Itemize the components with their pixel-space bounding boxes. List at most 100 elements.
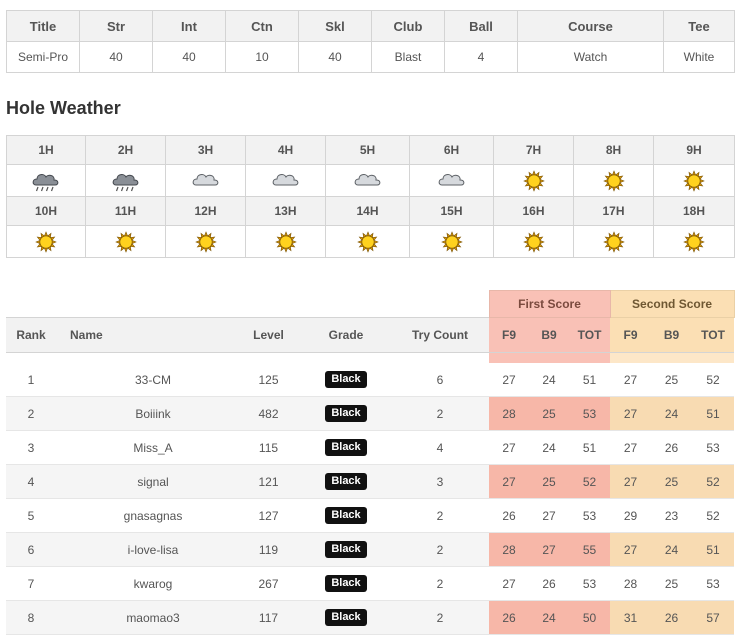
second-tot-cell: 51 — [692, 532, 735, 567]
grade-badge: Black — [325, 507, 367, 524]
player-name-cell[interactable]: i-love-lisa — [56, 532, 236, 567]
try-count-cell: 2 — [391, 532, 490, 567]
hole-label-13: 13H — [245, 196, 326, 226]
first-score-group-header: First Score — [488, 290, 611, 318]
first-b9-column-header[interactable]: B9 — [529, 317, 570, 353]
second-f9-cell: 27 — [610, 396, 652, 431]
player-name-cell[interactable]: kwarog — [56, 566, 236, 601]
stats-value-str: 40 — [79, 41, 153, 73]
stats-value-title: Semi-Pro — [6, 41, 80, 73]
grade-badge: Black — [325, 575, 367, 592]
ranking-row[interactable]: 2 Boiiink 482 Black 2 28 25 53 27 24 51 — [6, 396, 735, 431]
rank-column-header[interactable]: Rank — [6, 317, 56, 353]
hole-label-12: 12H — [165, 196, 246, 226]
try-count-cell: 2 — [391, 600, 490, 635]
hole-label-16: 16H — [493, 196, 574, 226]
weather-hole-row-front: 1H 2H 3H 4H 5H 6H 7H 8H 9H — [6, 135, 735, 165]
second-f9-cell: 27 — [610, 532, 652, 567]
stats-header-title: Title — [6, 10, 80, 42]
first-tot-cell: 51 — [569, 430, 611, 465]
grade-badge: Black — [325, 405, 367, 422]
hole-weather-cell-13 — [245, 225, 326, 258]
stats-value-club: Blast — [371, 41, 445, 73]
rank-cell: 1 — [6, 363, 56, 397]
stats-value-ctn: 10 — [225, 41, 299, 73]
second-f9-column-header[interactable]: F9 — [610, 317, 652, 353]
ranking-table: First Score Second Score Rank Name Level… — [6, 290, 735, 635]
second-tot-cell: 51 — [692, 396, 735, 431]
hole-weather-cell-1 — [6, 164, 86, 197]
second-tot-cell: 53 — [692, 566, 735, 601]
grade-cell: Black — [301, 464, 391, 499]
grade-cell: Black — [301, 430, 391, 465]
player-name-cell[interactable]: 33-CM — [56, 363, 236, 397]
grade-cell: Black — [301, 566, 391, 601]
hole-weather-cell-4 — [245, 164, 326, 197]
first-f9-column-header[interactable]: F9 — [489, 317, 530, 353]
first-tot-cell: 51 — [569, 363, 611, 397]
grade-cell: Black — [301, 532, 391, 567]
spacer-first-cell — [489, 352, 611, 363]
hole-label-2: 2H — [85, 135, 166, 165]
stats-header-row: Title Str Int Ctn Skl Club Ball Course T… — [6, 10, 735, 42]
second-f9-cell: 27 — [610, 464, 652, 499]
hole-weather-cell-10 — [6, 225, 86, 258]
second-b9-column-header[interactable]: B9 — [651, 317, 693, 353]
player-name-cell[interactable]: gnasagnas — [56, 498, 236, 533]
try-count-cell: 6 — [391, 363, 490, 397]
level-cell: 121 — [236, 464, 301, 499]
second-tot-cell: 52 — [692, 464, 735, 499]
second-tot-column-header[interactable]: TOT — [692, 317, 735, 353]
try-count-cell: 2 — [391, 498, 490, 533]
group-spacer — [6, 291, 489, 318]
level-cell: 119 — [236, 532, 301, 567]
rank-cell: 2 — [6, 396, 56, 431]
grade-column-header[interactable]: Grade — [301, 317, 391, 353]
ranking-row[interactable]: 1 33-CM 125 Black 6 27 24 51 27 25 52 — [6, 363, 735, 397]
rank-cell: 3 — [6, 430, 56, 465]
try-count-cell: 2 — [391, 396, 490, 431]
sun-icon — [522, 169, 545, 192]
second-f9-cell: 31 — [610, 600, 652, 635]
player-name-cell[interactable]: Miss_A — [56, 430, 236, 465]
ranking-row[interactable]: 3 Miss_A 115 Black 4 27 24 51 27 26 53 — [6, 430, 735, 465]
ranking-row[interactable]: 5 gnasagnas 127 Black 2 26 27 53 29 23 52 — [6, 498, 735, 533]
stats-header-int: Int — [152, 10, 226, 42]
second-f9-cell: 27 — [610, 430, 652, 465]
stats-header-str: Str — [79, 10, 153, 42]
rank-cell: 5 — [6, 498, 56, 533]
rank-cell: 7 — [6, 566, 56, 601]
grade-badge: Black — [325, 473, 367, 490]
score-group-row: First Score Second Score — [6, 290, 735, 318]
ranking-row[interactable]: 4 signal 121 Black 3 27 25 52 27 25 52 — [6, 464, 735, 499]
ranking-row[interactable]: 7 kwarog 267 Black 2 27 26 53 28 25 53 — [6, 566, 735, 601]
stats-value-course: Watch — [517, 41, 664, 73]
second-b9-cell: 26 — [651, 430, 693, 465]
level-cell: 115 — [236, 430, 301, 465]
name-column-header[interactable]: Name — [56, 317, 236, 353]
sun-icon — [522, 230, 545, 253]
player-name-cell[interactable]: Boiiink — [56, 396, 236, 431]
hole-label-3: 3H — [165, 135, 246, 165]
weather-icon-row-back — [6, 225, 735, 258]
player-name-cell[interactable]: signal — [56, 464, 236, 499]
first-f9-cell: 26 — [489, 498, 530, 533]
hole-label-10: 10H — [6, 196, 86, 226]
first-tot-column-header[interactable]: TOT — [569, 317, 611, 353]
second-b9-cell: 25 — [651, 464, 693, 499]
ranking-row[interactable]: 8 maomao3 117 Black 2 26 24 50 31 26 57 — [6, 600, 735, 635]
cloud-icon — [438, 173, 464, 185]
first-tot-cell: 53 — [569, 498, 611, 533]
level-column-header[interactable]: Level — [236, 317, 301, 353]
rain-cloud-icon — [32, 173, 59, 191]
first-b9-cell: 24 — [529, 600, 570, 635]
hole-label-17: 17H — [573, 196, 654, 226]
first-f9-cell: 27 — [489, 566, 530, 601]
player-stats-table: Title Str Int Ctn Skl Club Ball Course T… — [6, 10, 735, 73]
grade-cell: Black — [301, 396, 391, 431]
try-count-column-header[interactable]: Try Count — [391, 317, 490, 353]
ranking-row[interactable]: 6 i-love-lisa 119 Black 2 28 27 55 27 24 51 — [6, 532, 735, 567]
player-name-cell[interactable]: maomao3 — [56, 600, 236, 635]
stats-value-row: Semi-Pro 40 40 10 40 Blast 4 Watch White — [6, 41, 735, 73]
level-cell: 117 — [236, 600, 301, 635]
